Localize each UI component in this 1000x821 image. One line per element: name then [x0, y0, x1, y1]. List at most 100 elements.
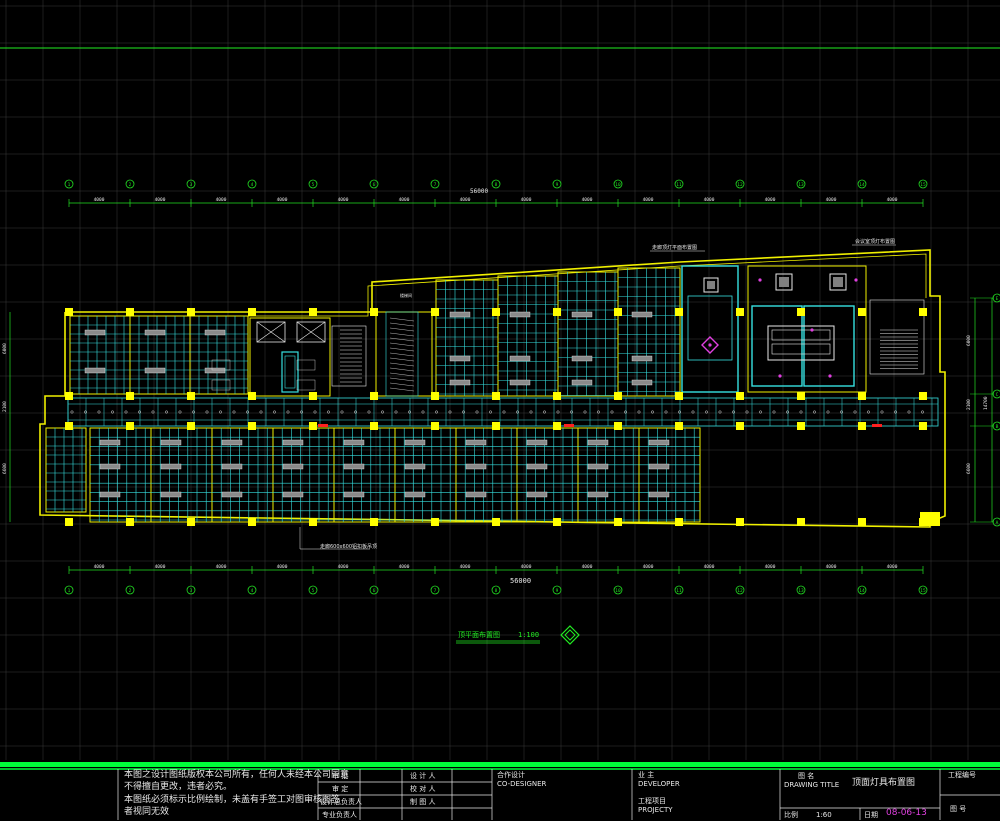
column-square: [431, 392, 439, 400]
bay-dimension: 4000: [704, 564, 715, 570]
ceiling-panel-light: [509, 311, 531, 318]
column-square: [492, 392, 500, 400]
bay-dimension: 4000: [216, 564, 227, 570]
project-no-cn: 工程编号: [948, 771, 976, 779]
ceiling-panel-light: [571, 311, 593, 318]
ceiling-panel-light: [449, 311, 471, 318]
column-square: [431, 308, 439, 316]
axis-label: 6: [373, 588, 376, 594]
drawing-title: 顶平面布置图: [458, 630, 500, 639]
ceiling-panel-light: [571, 355, 593, 362]
ceiling-panel-light: [571, 379, 593, 386]
stair-label: 楼梯间: [400, 292, 412, 298]
column-square: [675, 422, 683, 430]
bay-dimension: 4000: [155, 564, 166, 570]
column-square: [736, 392, 744, 400]
bay-dimension: 4000: [643, 564, 654, 570]
column-square: [126, 392, 134, 400]
column-square: [492, 422, 500, 430]
cad-canvas[interactable]: 1 4000 2 4000 3 4000 4 4000 5 4000 6 4000 7 4000 8 4000…: [0, 0, 1000, 820]
ceiling-panel-light: [282, 491, 304, 498]
ceiling-panel-light: [404, 491, 426, 498]
bay-dimension: 4000: [704, 197, 715, 203]
axis-label: 13: [798, 182, 804, 188]
ceiling-panel-light: [449, 379, 471, 386]
ceiling-panel-light: [99, 463, 121, 470]
ceiling-panel-light: [404, 439, 426, 446]
bay-dimension: 4000: [826, 197, 837, 203]
column-square: [248, 518, 256, 526]
ceiling-panel-light: [509, 355, 531, 362]
ceiling-panel-light: [282, 439, 304, 446]
design-head-label: 设计总负责人: [320, 798, 362, 806]
ceiling-panel-light: [221, 491, 243, 498]
ceiling-plan[interactable]: 走廊顶灯平面布置图 会议室顶灯布置图 走廊600x600铝扣板吊顶 楼梯间: [39, 238, 946, 550]
column-square: [126, 308, 134, 316]
co-design-en: CO-DESIGNER: [497, 780, 547, 788]
drawing-scale: 1:100: [518, 631, 539, 639]
dimension-lines: 1 4000 2 4000 3 4000 4 4000 5 4000 6 4000 7 4000 8 4000…: [64, 179, 928, 595]
column-square: [309, 422, 317, 430]
ceiling-panel-light: [404, 463, 426, 470]
column-square: [553, 392, 561, 400]
column-square: [187, 518, 195, 526]
ceiling-panel-light: [204, 367, 226, 374]
column-square: [65, 518, 73, 526]
column-square: [858, 308, 866, 316]
axis-label: 9: [556, 182, 559, 188]
ceiling-panel-light: [449, 355, 471, 362]
drawing-title-en: DRAWING TITLE: [784, 781, 840, 789]
axis-label: 4: [251, 182, 254, 188]
axis-label: 13: [798, 588, 804, 594]
ceiling-panel-light: [631, 355, 653, 362]
axis-label: 15: [920, 182, 926, 188]
bay-dimension: 4000: [277, 564, 288, 570]
ceiling-panel-light: [99, 491, 121, 498]
axis-label: 11: [676, 588, 682, 594]
column-square: [126, 422, 134, 430]
conference-rooms: [681, 265, 867, 393]
side-dimension: 14700: [983, 396, 989, 410]
axis-label: 5: [312, 588, 315, 594]
column-square: [797, 392, 805, 400]
date-value: 08-06-13: [886, 808, 927, 818]
axis-label: 14: [859, 182, 865, 188]
row-label: C: [996, 392, 999, 398]
spotlight-icon: [810, 328, 814, 332]
ceiling-panel-light: [343, 463, 365, 470]
axis-label: 2: [129, 182, 132, 188]
axis-label: 15: [920, 588, 926, 594]
column-square: [553, 422, 561, 430]
column-square: [736, 308, 744, 316]
axis-label: 3: [190, 182, 193, 188]
column-square: [675, 518, 683, 526]
drawing-title-value: 顶面灯具布置图: [852, 778, 916, 788]
axis-label: 6: [373, 182, 376, 188]
column-square: [309, 308, 317, 316]
column-square: [370, 392, 378, 400]
ceiling-panel-light: [221, 463, 243, 470]
axis-label: 11: [676, 182, 682, 188]
axis-label: 3: [190, 588, 193, 594]
axis-label: 8: [495, 182, 498, 188]
ceiling-panel-light: [204, 329, 226, 336]
column-square: [797, 518, 805, 526]
column-square: [614, 518, 622, 526]
stair-right: [869, 299, 925, 375]
axis-label: 10: [615, 588, 621, 594]
drafter-label: 制 图 人: [410, 798, 436, 806]
axis-label: 5: [312, 182, 315, 188]
ceiling-panel-light: [160, 463, 182, 470]
ceiling-panel-light: [84, 367, 106, 374]
column-square: [492, 518, 500, 526]
column-square: [126, 518, 134, 526]
side-dimension: 6600: [2, 463, 8, 474]
side-dimension: 2100: [966, 399, 972, 410]
drawing-no-cn: 图 号: [950, 805, 967, 813]
column-square: [858, 392, 866, 400]
column-square: [370, 518, 378, 526]
ceiling-panel-light: [509, 379, 531, 386]
side-dimensions: E C B A 6000 2100 14700 6600 6000 2100 6600: [2, 293, 1000, 527]
bay-dimension: 4000: [643, 197, 654, 203]
column-square: [370, 308, 378, 316]
